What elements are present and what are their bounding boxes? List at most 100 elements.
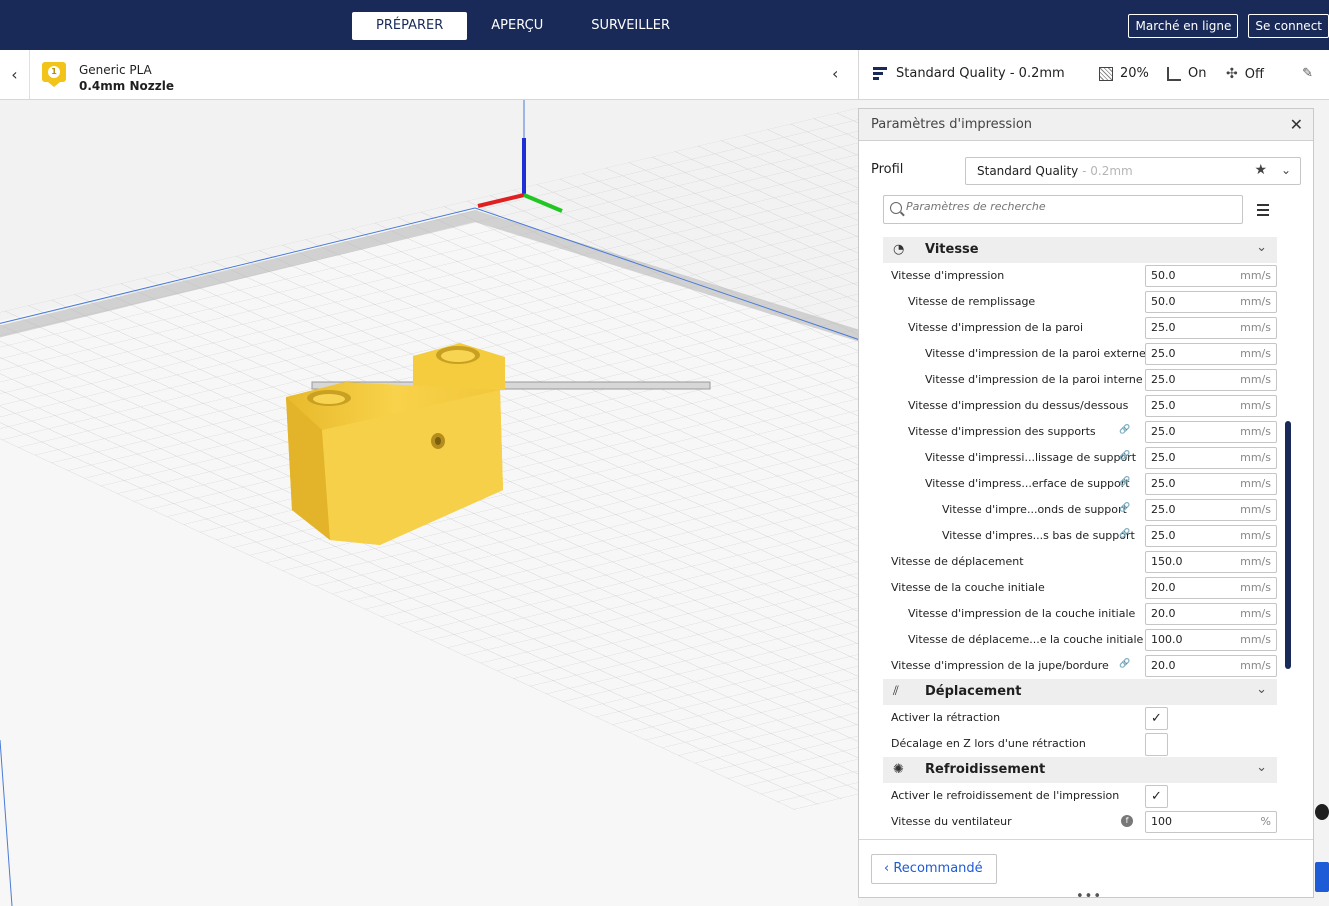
setting-value-input[interactable]: 25.0 mm/s [1145,525,1277,547]
setting-value-input[interactable]: 25.0 mm/s [1145,395,1277,417]
print-settings-panel: Paramètres d'impression ✕ Profil Standar… [858,108,1314,898]
setting-value-input[interactable]: 50.0 mm/s [1145,291,1277,313]
setting-value: 25.0 [1151,321,1176,334]
category-cooling[interactable]: ✺ Refroidissement ⌄ [883,757,1277,783]
link-icon[interactable]: 🔗 [1119,659,1130,669]
quality-icon [873,67,887,81]
profile-row: Profil Standard Quality - 0.2mm ★ ⌄ [871,157,1301,185]
star-icon[interactable]: ★ [1254,157,1267,183]
setting-label: Vitesse d'impression [891,269,1005,282]
setting-label: Vitesse d'impression de la paroi externe [925,347,1146,360]
setting-value-input[interactable]: 25.0 mm/s [1145,473,1277,495]
setting-row: Vitesse d'impression de la couche initia… [883,601,1277,627]
setting-label: Vitesse d'impression de la couche initia… [908,607,1136,620]
setting-value-input[interactable]: 25.0 mm/s [1145,447,1277,469]
setting-row: Décalage en Z lors d'une rétraction [883,731,1277,757]
recommended-label: Recommandé [893,861,983,876]
setting-value: 20.0 [1151,607,1176,620]
setting-value-input[interactable]: 20.0 mm/s [1145,655,1277,677]
profile-value: Standard Quality [977,164,1079,178]
setting-value-input[interactable]: 25.0 mm/s [1145,317,1277,339]
slice-button-edge[interactable] [1315,862,1329,892]
collapse-chevron-icon[interactable]: ‹ [832,64,838,83]
profile-dropdown[interactable]: Standard Quality - 0.2mm [965,157,1301,185]
extruder-icon[interactable]: 1 [42,62,66,87]
setting-label: Vitesse de déplaceme...e la couche initi… [908,633,1144,646]
setting-value: 25.0 [1151,347,1176,360]
visibility-menu-icon[interactable] [1257,204,1269,219]
link-icon[interactable]: 🔗 [1119,425,1130,435]
close-icon[interactable]: ✕ [1290,109,1303,141]
setting-value: 50.0 [1151,269,1176,282]
setting-row: Vitesse de déplacement 150.0 mm/s [883,549,1277,575]
setting-label: Vitesse d'impression de la paroi interne [925,373,1143,386]
setting-unit: mm/s [1240,425,1271,438]
edge-button[interactable] [1315,804,1329,820]
setting-value-input[interactable]: 20.0 mm/s [1145,577,1277,599]
setting-row: Vitesse d'impression des supports 🔗 25.0 mm… [883,419,1277,445]
pencil-icon[interactable]: ✎ [1302,66,1313,81]
infill-icon [1099,66,1113,81]
tab-monitor[interactable]: SURVEILLER [567,12,694,40]
nozzle-label[interactable]: 0.4mm Nozzle [79,79,174,93]
fan-speed-input[interactable]: 100 % [1145,811,1277,833]
z-hop-checkbox[interactable] [1145,733,1168,756]
setting-row: Activer la rétraction ✓ [883,705,1277,731]
setting-unit: % [1260,815,1271,828]
setting-row: Vitesse d'impression du dessus/dessous 25… [883,393,1277,419]
setting-unit: mm/s [1240,581,1271,594]
link-icon[interactable]: 🔗 [1119,503,1130,513]
setting-value: 25.0 [1151,451,1176,464]
settings-scrollbar[interactable] [1285,421,1291,669]
link-icon[interactable]: 🔗 [1119,529,1130,539]
setting-value-input[interactable]: 25.0 mm/s [1145,421,1277,443]
speedometer-icon: ◔ [893,242,905,257]
setting-value-input[interactable]: 25.0 mm/s [1145,369,1277,391]
settings-search[interactable] [883,195,1243,224]
setting-value-input[interactable]: 100.0 mm/s [1145,629,1277,651]
signin-button[interactable]: Se connect [1248,14,1329,38]
setting-label: Vitesse de remplissage [908,295,1036,308]
setting-unit: mm/s [1240,633,1271,646]
setting-unit: mm/s [1240,399,1271,412]
setting-value-input[interactable]: 25.0 mm/s [1145,343,1277,365]
setting-value-input[interactable]: 150.0 mm/s [1145,551,1277,573]
setting-value: 25.0 [1151,477,1176,490]
extruder-number: 1 [48,66,60,78]
setting-row: Vitesse d'impress...erface de support 🔗 25… [883,471,1277,497]
cooling-checkbox[interactable]: ✓ [1145,785,1168,808]
tab-prepare[interactable]: PRÉPARER [352,12,468,40]
marketplace-button[interactable]: Marché en ligne [1128,14,1239,38]
print-setup-summary[interactable]: Standard Quality - 0.2mm 20% On ✣ Off ✎ [858,50,1329,100]
material-label[interactable]: Generic PLA [79,63,152,77]
category-speed[interactable]: ◔ Vitesse ⌄ [883,237,1277,263]
setting-row: Activer le refroidissement de l'impressi… [883,783,1277,809]
panel-resize-handle[interactable]: ••• [1076,889,1102,904]
setting-row: Vitesse de remplissage 50.0 mm/s [883,289,1277,315]
setting-unit: mm/s [1240,607,1271,620]
support-value: On [1188,66,1207,81]
setting-unit: mm/s [1240,451,1271,464]
setting-label: Activer le refroidissement de l'impressi… [891,789,1120,802]
setting-value-input[interactable]: 20.0 mm/s [1145,603,1277,625]
search-input[interactable] [906,200,1226,213]
setting-value-input[interactable]: 25.0 mm/s [1145,499,1277,521]
adhesion-icon: ✣ [1226,66,1238,82]
info-icon[interactable]: f [1121,815,1133,827]
retraction-checkbox[interactable]: ✓ [1145,707,1168,730]
chevron-down-icon[interactable]: ⌄ [1281,157,1291,183]
setting-unit: mm/s [1240,373,1271,386]
recommended-button[interactable]: ‹ Recommandé [871,854,997,884]
link-icon[interactable]: 🔗 [1119,477,1130,487]
chevron-left-icon[interactable]: ‹ [0,50,30,99]
setting-row: Vitesse d'impression de la paroi interne… [883,367,1277,393]
chevron-down-icon: ⌄ [1256,682,1267,697]
link-icon[interactable]: 🔗 [1119,451,1130,461]
category-travel[interactable]: ⫽ Déplacement ⌄ [883,679,1277,705]
printer-bar: ‹ 1 Generic PLA 0.4mm Nozzle ‹ [0,50,858,100]
setting-label: Vitesse d'impression de la jupe/bordure [891,659,1109,672]
setting-value-input[interactable]: 50.0 mm/s [1145,265,1277,287]
3d-viewport[interactable] [0,100,858,906]
setting-unit: mm/s [1240,529,1271,542]
tab-preview[interactable]: APERÇU [467,12,567,40]
